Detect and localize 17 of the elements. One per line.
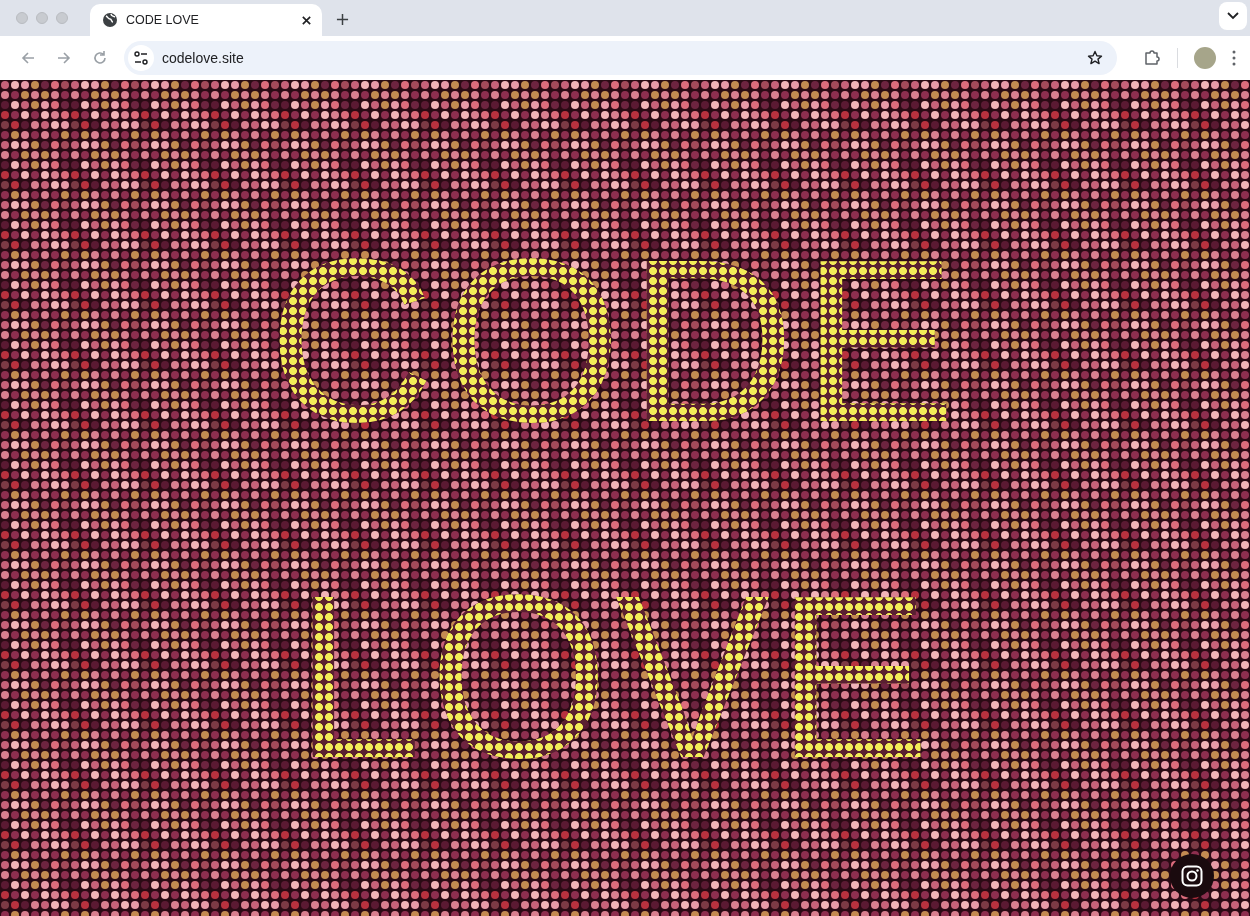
puzzle-icon[interactable] (1143, 49, 1161, 67)
new-tab-icon[interactable] (336, 13, 349, 26)
menu-icon[interactable] (1232, 50, 1236, 66)
reload-icon[interactable] (92, 50, 108, 66)
bookmark-star-icon[interactable] (1087, 50, 1103, 66)
browser-tab[interactable]: CODE LOVE (90, 4, 322, 36)
url-text: codelove.site (162, 50, 245, 66)
back-icon[interactable] (20, 50, 36, 66)
address-bar[interactable]: codelove.site (124, 41, 1117, 75)
sliders-icon (133, 50, 149, 66)
forward-icon[interactable] (56, 50, 72, 66)
chevron-down-icon (1227, 12, 1239, 20)
camera-icon (1180, 864, 1204, 888)
close-icon[interactable] (301, 14, 312, 26)
globe-icon (102, 12, 118, 28)
tab-list-button[interactable] (1219, 2, 1247, 30)
site-settings-button[interactable] (128, 45, 154, 71)
